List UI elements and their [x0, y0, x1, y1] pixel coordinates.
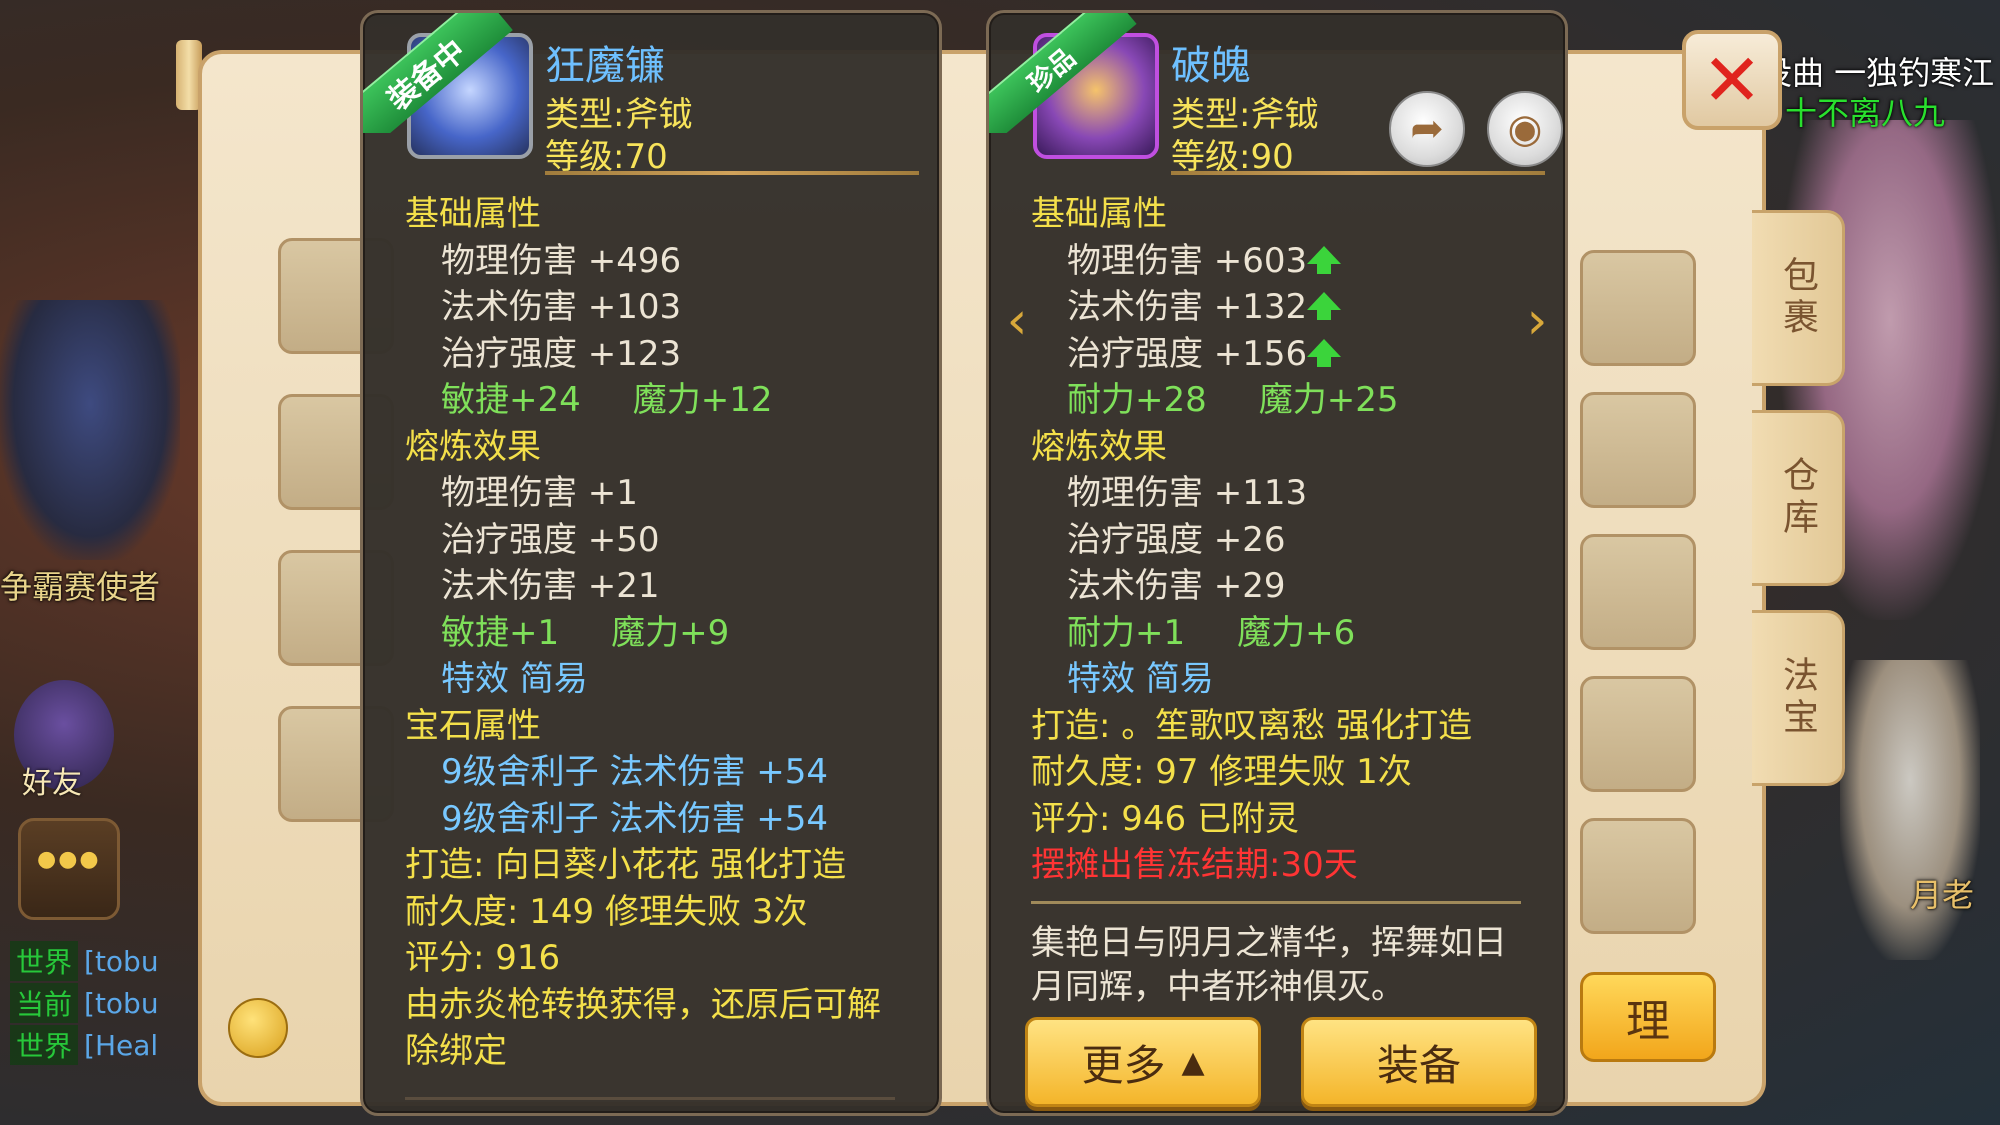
npc-name-label-right[interactable]: 月老	[1910, 870, 1974, 916]
score-line: 评分: 916	[405, 938, 561, 978]
stat-line: 治疗强度 +123	[441, 333, 682, 374]
bag-slot-item[interactable]	[1580, 534, 1696, 650]
bag-slot-item[interactable]	[1580, 392, 1696, 508]
npc-name-label[interactable]: 争霸赛使者	[0, 562, 160, 608]
share-button[interactable]: ➦	[1389, 91, 1465, 167]
gem-line: 9级舍利子 法术伤害 +54	[441, 798, 828, 839]
compared-item-tooltip: 珍品 破魄 类型:斧钺 等级:90 ➦ ◉ ‹ › 基础属性 物理伤害 +603…	[986, 10, 1568, 1116]
item-description: 集艳日与阴月之精华，挥舞如日月同辉，中者形神俱灭。	[1031, 923, 1507, 1007]
gem-line: 9级舍利子 法术伤害 +54	[441, 752, 828, 792]
chat-channel: 当前	[10, 983, 79, 1023]
close-button[interactable]: ✕	[1682, 30, 1782, 130]
chat-log[interactable]: 世界 [tobu 当前 [tobu 世界 [Heal	[10, 940, 200, 1066]
description-divider	[1031, 901, 1521, 904]
equipped-badge: 装备中	[363, 13, 513, 133]
stat-text: 法术伤害 +132	[1067, 287, 1308, 327]
stat-line: 治疗强度 +50	[441, 519, 660, 560]
green-up-arrow-icon	[1307, 338, 1341, 367]
coin-icon	[228, 998, 288, 1058]
green-up-arrow-icon	[1307, 292, 1341, 320]
stat-line: 法术伤害 +132	[1031, 284, 1545, 331]
equip-button[interactable]: 装备	[1301, 1017, 1537, 1107]
header-divider	[545, 171, 919, 175]
special-effect: 特效 简易	[441, 659, 588, 699]
guard-character	[0, 300, 180, 560]
green-up-arrow-icon	[1307, 245, 1341, 274]
bonus-stat: 耐力+28	[1067, 380, 1207, 420]
stat-text: 物理伤害 +603	[1067, 240, 1308, 281]
stat-line: 治疗强度 +156	[1031, 331, 1545, 378]
rare-badge-text: 珍品	[989, 13, 1137, 133]
sale-freeze-notice: 摆摊出售冻结期:30天	[1031, 845, 1358, 885]
bottom-divider	[405, 1097, 895, 1100]
bonus-line: 敏捷+1 魔力+9	[405, 610, 919, 657]
bag-slot-item[interactable]	[1580, 250, 1696, 366]
bonus-line: 敏捷+24 魔力+12	[405, 377, 919, 424]
rare-badge: 珍品	[989, 13, 1139, 133]
bonus-stat: 敏捷+1	[441, 612, 560, 653]
chat-line: 当前 [tobu	[10, 982, 200, 1024]
stat-line: 法术伤害 +21	[441, 566, 660, 606]
chevron-up-icon: ▲	[1181, 1044, 1205, 1080]
special-effect: 特效 简易	[1067, 659, 1214, 699]
item-name: 狂魔镰	[545, 43, 665, 89]
section-title-basic: 基础属性	[405, 194, 541, 234]
view-button[interactable]: ◉	[1487, 91, 1563, 167]
header-divider	[1171, 171, 1545, 175]
chat-text: [tobu	[84, 986, 159, 1020]
stat-line: 治疗强度 +26	[1067, 519, 1286, 560]
close-icon: ✕	[1701, 38, 1763, 122]
tab-bag[interactable]: 包裹	[1752, 210, 1845, 386]
bag-slot-item[interactable]	[1580, 676, 1696, 792]
bag-slot-item[interactable]	[1580, 818, 1696, 934]
more-button-label: 更多	[1081, 1040, 1166, 1090]
chevron-left-icon: ‹	[1006, 291, 1028, 351]
eye-icon: ◉	[1507, 106, 1543, 152]
stat-line: 物理伤害 +603	[1031, 238, 1545, 285]
chat-bubble-icon[interactable]	[18, 818, 120, 920]
stat-line: 物理伤害 +496	[441, 240, 682, 281]
section-title-basic: 基础属性	[1031, 194, 1167, 234]
bonus-stat: 耐力+1	[1067, 612, 1186, 653]
durability-line: 耐久度: 97 修理失败 1次	[1031, 752, 1412, 792]
tab-treasure[interactable]: 法宝	[1752, 610, 1845, 786]
bonus-stat: 魔力+6	[1237, 612, 1356, 653]
chat-line: 世界 [tobu	[10, 940, 200, 982]
bonus-stat: 魔力+12	[632, 380, 773, 420]
score-line: 评分: 946 已附灵	[1031, 798, 1299, 839]
stat-line: 物理伤害 +113	[1067, 473, 1308, 513]
chat-channel: 世界	[10, 1025, 79, 1065]
chat-line: 世界 [Heal	[10, 1024, 200, 1066]
item-name: 破魄	[1171, 43, 1251, 89]
chat-text: [tobu	[84, 944, 159, 978]
bonus-stat: 魔力+9	[611, 612, 730, 653]
stat-line: 物理伤害 +1	[441, 473, 638, 513]
durability-line: 耐久度: 149 修理失败 3次	[405, 891, 808, 932]
bonus-stat: 魔力+25	[1258, 380, 1399, 420]
bonus-line: 耐力+1 魔力+6	[1031, 610, 1545, 657]
bonus-stat: 敏捷+24	[441, 380, 581, 420]
equipped-badge-text: 装备中	[363, 13, 513, 133]
player-name-label: 十不离八九	[1785, 94, 1946, 132]
binding-note: 由赤炎枪转换获得，还原后可解除绑定	[405, 984, 881, 1071]
section-title-refine: 熔炼效果	[405, 426, 541, 467]
forge-line: 打造: 向日葵小花花 强化打造	[405, 845, 847, 885]
stat-line: 法术伤害 +103	[441, 287, 682, 327]
section-title-refine: 熔炼效果	[1031, 426, 1167, 467]
stat-line: 法术伤害 +29	[1067, 566, 1286, 606]
more-button[interactable]: 更多 ▲	[1025, 1017, 1261, 1107]
organize-button[interactable]: 理	[1580, 972, 1716, 1062]
section-title-gem: 宝石属性	[405, 705, 541, 746]
share-icon: ➦	[1410, 106, 1444, 152]
chat-text: [Heal	[84, 1028, 159, 1062]
chat-channel: 世界	[10, 941, 79, 981]
bonus-line: 耐力+28 魔力+25	[1031, 377, 1545, 424]
equipped-item-tooltip: 装备中 狂魔镰 类型:斧钺 等级:70 基础属性 物理伤害 +496 法术伤害 …	[360, 10, 942, 1116]
stat-text: 治疗强度 +156	[1067, 333, 1308, 374]
tab-warehouse[interactable]: 仓库	[1752, 410, 1845, 586]
forge-line: 打造: 。笙歌叹离愁 强化打造	[1031, 705, 1473, 746]
friend-label: 好友	[22, 766, 82, 801]
